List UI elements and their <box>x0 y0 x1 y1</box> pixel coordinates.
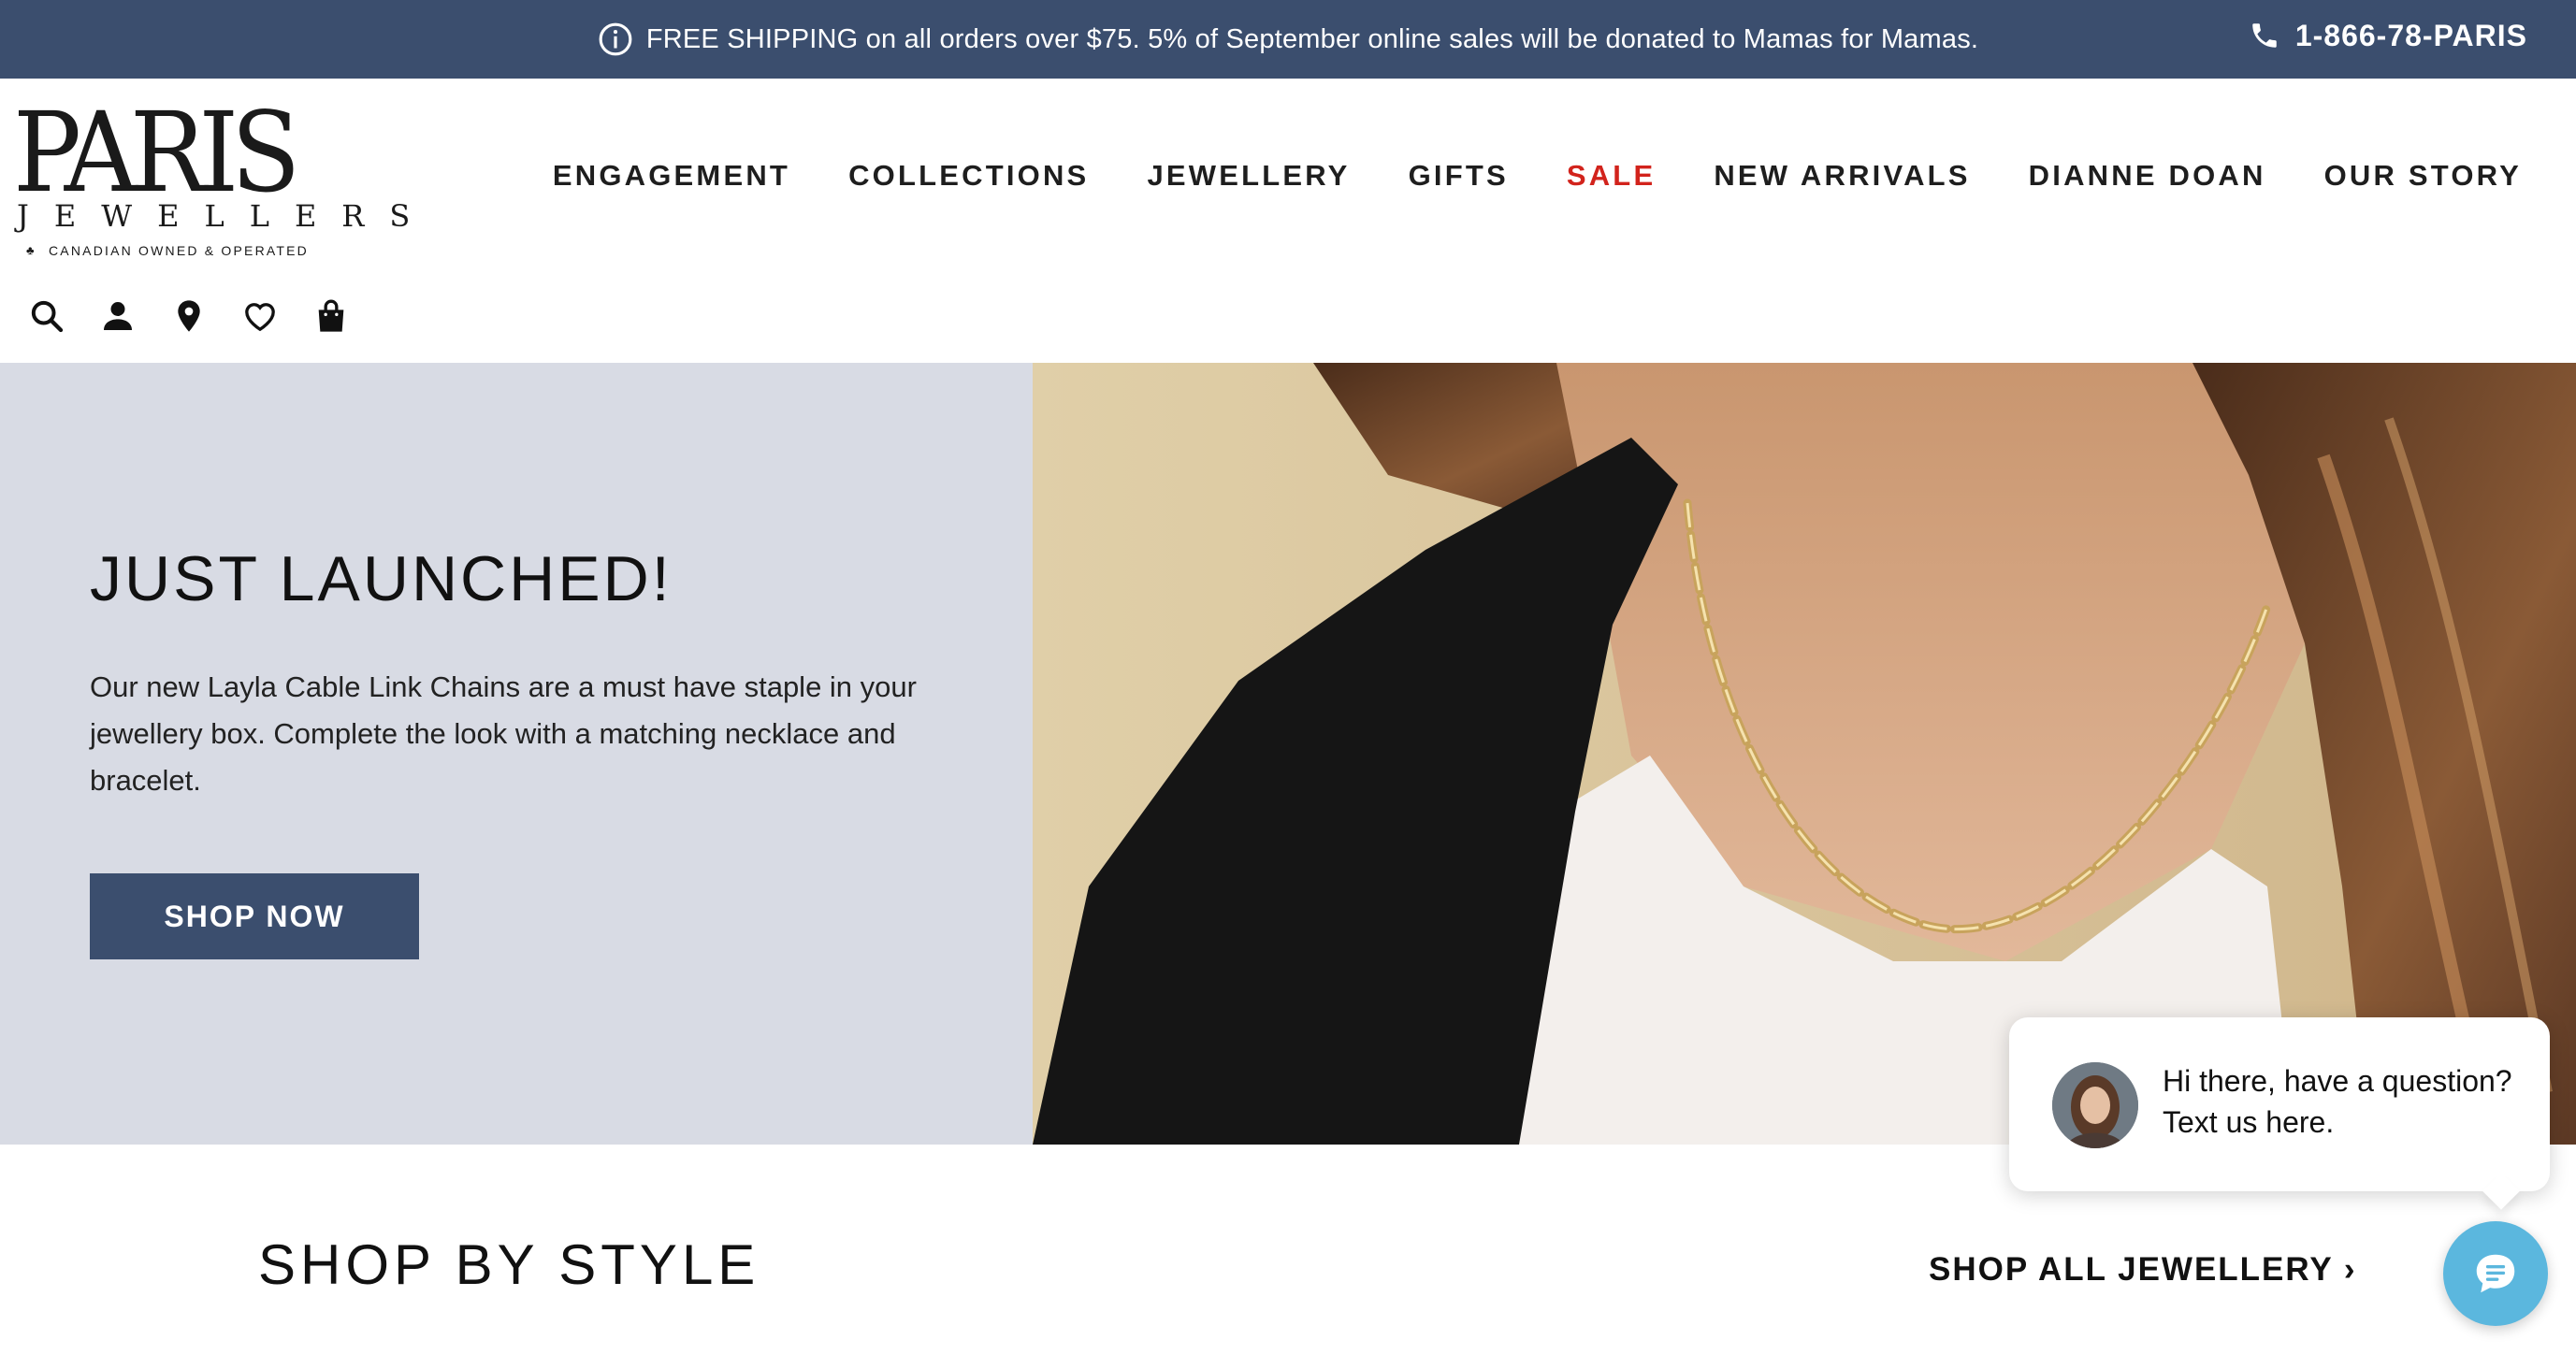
hero-text-panel: JUST LAUNCHED! Our new Layla Cable Link … <box>0 363 1033 1145</box>
header-icons <box>28 295 350 337</box>
logo[interactable]: PARIS JEWELLERS ♣ CANADIAN OWNED & OPERA… <box>13 97 410 262</box>
nav-sale[interactable]: SALE <box>1567 159 1656 193</box>
shopping-bag-icon <box>318 299 344 332</box>
logo-subname: JEWELLERS <box>17 198 436 234</box>
store-locator-button[interactable] <box>170 295 208 337</box>
avatar-portrait <box>2052 1062 2138 1148</box>
chat-bubble-icon <box>2476 1254 2515 1293</box>
nav-new-arrivals[interactable]: NEW ARRIVALS <box>1714 159 1970 193</box>
logo-wordmark: PARIS <box>13 88 300 217</box>
hero-description: Our new Layla Cable Link Chains are a mu… <box>90 670 917 797</box>
shop-all-jewellery-link[interactable]: SHOP ALL JEWELLERY › <box>1929 1251 2356 1289</box>
account-icon <box>104 302 132 330</box>
nav-our-story[interactable]: OUR STORY <box>2324 159 2522 193</box>
chat-message: Hi there, have a question? Text us here. <box>2163 1064 2512 1139</box>
phone-link[interactable]: 1-866-78-PARIS <box>2249 0 2527 71</box>
nav-dianne-doan[interactable]: DIANNE DOAN <box>2029 159 2266 193</box>
info-circle-icon <box>599 22 632 56</box>
account-button[interactable] <box>99 295 137 337</box>
cart-button[interactable] <box>312 295 350 337</box>
hero-title: JUST LAUNCHED! <box>90 543 673 614</box>
store-locator-icon <box>178 300 200 332</box>
nav-jewellery[interactable]: JEWELLERY <box>1147 159 1350 193</box>
announcement-text: FREE SHIPPING on all orders over $75. 5%… <box>645 23 1979 54</box>
chat-launcher-button[interactable] <box>2443 1221 2548 1326</box>
search-button[interactable] <box>28 295 65 337</box>
chat-prompt[interactable]: Hi there, have a question? Text us here. <box>2009 1017 2550 1191</box>
shop-by-style-heading: SHOP BY STYLE <box>258 1233 760 1296</box>
nav-collections[interactable]: COLLECTIONS <box>848 159 1089 193</box>
announcement: FREE SHIPPING on all orders over $75. 5%… <box>0 0 2576 79</box>
wishlist-heart-icon <box>245 303 275 332</box>
nav-engagement[interactable]: ENGAGEMENT <box>553 159 790 193</box>
phone-number: 1-866-78-PARIS <box>2294 18 2527 52</box>
logo-tagline: CANADIAN OWNED & OPERATED <box>49 243 309 258</box>
main-nav: ENGAGEMENT COLLECTIONS JEWELLERY GIFTS S… <box>553 159 2522 193</box>
chat-agent-avatar <box>2052 1062 2138 1148</box>
maple-leaf-icon: ♣ <box>26 243 35 257</box>
shop-now-button[interactable]: SHOP NOW <box>90 873 419 959</box>
nav-gifts[interactable]: GIFTS <box>1409 159 1509 193</box>
phone-icon <box>2252 23 2277 48</box>
announcement-bar: FREE SHIPPING on all orders over $75. 5%… <box>0 0 2576 79</box>
search-icon <box>31 300 64 333</box>
wishlist-button[interactable] <box>241 295 279 337</box>
